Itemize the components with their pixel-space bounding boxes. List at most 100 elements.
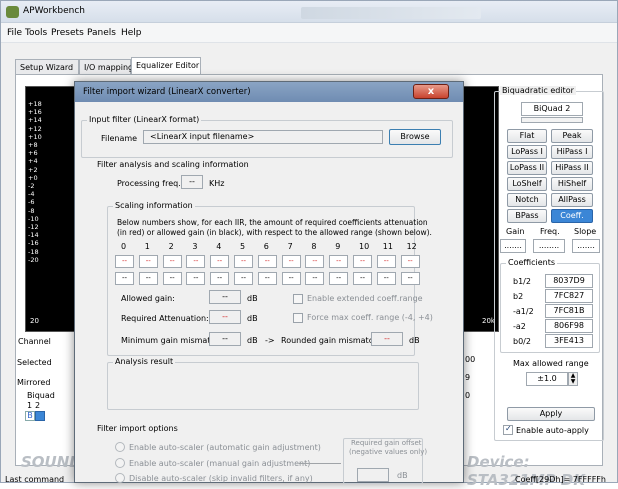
biquad-name-field[interactable]: BiQuad 2	[521, 102, 583, 116]
apply-button[interactable]: Apply	[507, 407, 595, 421]
y-tick-label: +2	[28, 165, 38, 174]
opt-auto-scaler-auto-radio[interactable]	[115, 442, 125, 452]
biquad-scrollbar[interactable]	[521, 117, 583, 123]
biquad-label: Biquad	[27, 391, 55, 400]
filter-bpass-button[interactable]: BPass	[507, 209, 547, 223]
iir-index-label: 9	[335, 242, 341, 251]
auto-apply-checkbox[interactable]: ✓	[503, 424, 513, 435]
analysis-result-group: Analysis result	[107, 357, 419, 410]
scaling-title: Scaling information	[113, 201, 195, 210]
iir-gain-cell: --	[138, 272, 158, 285]
selected-label: Selected	[17, 358, 52, 367]
tab-io-mapping[interactable]: I/O mapping	[79, 59, 133, 75]
menu-bar: File Tools Presets Panels Help	[1, 23, 617, 43]
iir-index-label: 12	[406, 242, 417, 251]
y-tick-label: +16	[28, 108, 42, 117]
extended-range-checkbox[interactable]	[293, 294, 303, 304]
iir-attenuation-cell: --	[329, 255, 349, 268]
coeff-value-field[interactable]: 806F98	[545, 319, 593, 333]
iir-index-label: 4	[216, 242, 222, 251]
filter-hishelf-button[interactable]: HiShelf	[551, 177, 593, 191]
iir-gain-cell: --	[186, 272, 206, 285]
min-gain-label: Minimum gain mismatch	[121, 336, 220, 345]
iir-index-label: 3	[192, 242, 198, 251]
filter-notch-button[interactable]: Notch	[507, 193, 547, 207]
analysis-group-title: Filter analysis and scaling information	[97, 160, 249, 169]
force-max-label: Force max coeff. range (-4, +4)	[307, 313, 433, 322]
gain-label: Gain	[506, 227, 525, 236]
dialog-title-bar: Filter import wizard (LinearX converter)…	[75, 82, 463, 102]
y-tick-label: +4	[28, 157, 38, 166]
title-bar: APWorkbench	[1, 1, 617, 23]
coeff-label: b2	[513, 292, 524, 301]
menu-presets[interactable]: Presets	[51, 28, 84, 38]
biquad-num-1[interactable]: 1	[27, 401, 32, 410]
filter-peak-button[interactable]: Peak	[551, 129, 593, 143]
filter-coeff-button[interactable]: Coeff.	[551, 209, 593, 223]
max-range-field[interactable]: ±1.0	[526, 372, 568, 386]
req-att-unit: dB	[247, 314, 258, 323]
app-icon	[6, 6, 19, 18]
x-axis-min-label: 20	[30, 317, 39, 325]
tab-setup-wizard[interactable]: Setup Wizard	[15, 59, 79, 75]
filter-allpass-button[interactable]: AllPass	[551, 193, 593, 207]
biquad-selected-indicator[interactable]	[35, 411, 45, 421]
iir-gain-cell: --	[257, 272, 277, 285]
gain-field[interactable]: .......	[500, 239, 526, 253]
menu-panels[interactable]: Panels	[87, 28, 116, 38]
iir-gain-cell: --	[162, 272, 182, 285]
filter-import-dialog: Filter import wizard (LinearX converter)…	[74, 81, 464, 484]
coeff-value-field[interactable]: 8037D9	[545, 274, 593, 288]
y-tick-label: +0	[28, 173, 38, 182]
filename-field[interactable]: <LinearX input filename>	[143, 130, 383, 144]
iir-gain-cell: --	[234, 272, 253, 285]
filter-loshelf-button[interactable]: LoShelf	[507, 177, 547, 191]
iir-gain-cell: --	[400, 272, 420, 285]
biquad-editor-title: Biquadratic editor	[500, 86, 576, 95]
opt-auto-scaler-manual-radio[interactable]	[115, 458, 125, 468]
menu-file[interactable]: File	[7, 28, 22, 38]
rounded-gain-label: Rounded gain mismatch	[281, 336, 379, 345]
iir-attenuation-cell: --	[400, 255, 420, 268]
iir-gain-cell: --	[305, 272, 325, 285]
min-gain-field: --	[209, 332, 241, 346]
menu-help[interactable]: Help	[121, 28, 142, 38]
max-range-spinner[interactable]: ▲ ▼	[568, 372, 578, 386]
biquad-b-button[interactable]: B	[25, 411, 35, 421]
iir-index-label: 5	[240, 242, 246, 251]
slope-field[interactable]: .......	[572, 239, 600, 253]
gain-offset-field[interactable]	[357, 468, 389, 482]
proc-freq-unit: KHz	[209, 179, 225, 188]
iir-attenuation-cell: --	[257, 255, 277, 268]
coeff-value-field[interactable]: 3FE413	[545, 334, 593, 348]
force-max-checkbox[interactable]	[293, 313, 303, 323]
coeff-value-field[interactable]: 7FC827	[545, 289, 593, 303]
scaling-desc-2: (in red) or allowed gain (in black), wit…	[117, 228, 432, 237]
min-gain-unit: dB	[247, 336, 258, 345]
input-filter-title: Input filter (LinearX format)	[87, 115, 202, 124]
freq-field[interactable]: ........	[533, 239, 565, 253]
filter-hipass-ii-button[interactable]: HiPass II	[551, 161, 593, 175]
req-att-field: --	[209, 310, 241, 324]
y-tick-label: +6	[28, 149, 38, 158]
arrow-label: ->	[265, 336, 275, 345]
close-button[interactable]: x	[413, 84, 449, 99]
menu-tools[interactable]: Tools	[25, 28, 47, 38]
rounded-gain-field: --	[371, 332, 403, 346]
y-tick-label: +8	[28, 141, 38, 149]
y-tick-label: +14	[28, 116, 42, 125]
req-att-label: Required Attenuation:	[121, 314, 209, 323]
iir-gain-cell: --	[376, 272, 396, 285]
y-tick-label: +10	[28, 132, 42, 141]
filter-lopass-i-button[interactable]: LoPass I	[507, 145, 547, 159]
coeff-value-field[interactable]: 7FC81B	[545, 304, 593, 318]
filter-lopass-ii-button[interactable]: LoPass II	[507, 161, 547, 175]
filter-flat-button[interactable]: Flat	[507, 129, 547, 143]
freq-label: Freq.	[540, 227, 560, 236]
filter-hipass-i-button[interactable]: HiPass I	[551, 145, 593, 159]
opt-disable-scaler-radio[interactable]	[115, 473, 125, 483]
iir-attenuation-cell: --	[305, 255, 325, 268]
browse-button[interactable]: Browse	[389, 129, 441, 145]
biquad-num-2[interactable]: 2	[35, 401, 40, 410]
coeff-label: -a2	[513, 322, 526, 331]
